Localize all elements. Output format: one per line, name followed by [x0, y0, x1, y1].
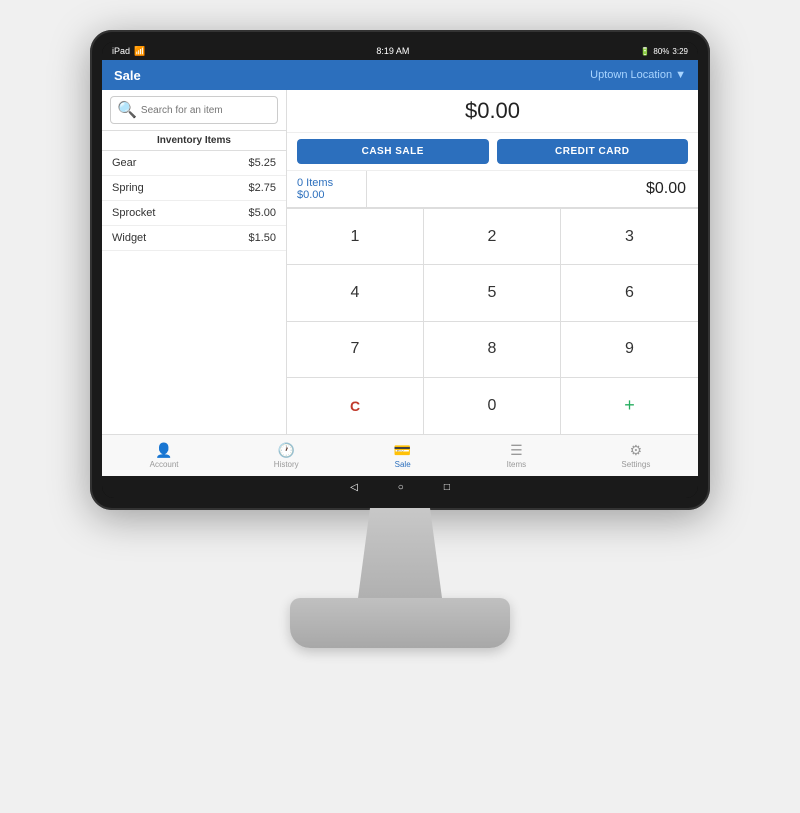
- settings-label: Settings: [621, 460, 650, 469]
- numpad-key-1[interactable]: 1: [287, 209, 424, 265]
- search-input[interactable]: [141, 105, 271, 116]
- back-button[interactable]: ◁: [350, 482, 358, 493]
- search-icon: 🔍: [117, 100, 137, 120]
- cart-items-count: 0 Items: [297, 177, 356, 189]
- numpad-key-4[interactable]: 4: [287, 265, 424, 321]
- bottom-nav: 👤Account 🕐History 💳Sale ☰Items ⚙Settings: [102, 434, 698, 476]
- account-icon: 👤: [155, 442, 172, 459]
- cash-sale-button[interactable]: CASH SALE: [297, 139, 489, 164]
- recents-button[interactable]: □: [444, 482, 450, 493]
- status-right: 🔋 80% 3:29: [640, 47, 688, 56]
- device-label: iPad: [112, 46, 130, 56]
- battery-icon: 🔋: [640, 47, 650, 56]
- sale-icon: 💳: [394, 442, 411, 459]
- location-selector[interactable]: Uptown Location ▼: [590, 69, 686, 81]
- numpad: 123 456 789 C0+: [287, 208, 698, 434]
- history-label: History: [274, 460, 299, 469]
- list-item[interactable]: Widget $1.50: [102, 226, 286, 251]
- credit-card-button[interactable]: CREDIT CARD: [497, 139, 689, 164]
- items-icon: ☰: [510, 442, 523, 459]
- nav-item-account[interactable]: 👤Account: [150, 442, 179, 469]
- item-price: $1.50: [248, 232, 276, 244]
- cart-total-small: $0.00: [297, 189, 356, 201]
- settings-icon: ⚙: [630, 442, 643, 459]
- numpad-key-7[interactable]: 7: [287, 322, 424, 378]
- numpad-key-5[interactable]: 5: [424, 265, 561, 321]
- app-body: 🔍 Inventory Items Gear$5.25Spring$2.75Sp…: [102, 90, 698, 434]
- status-time: 8:19 AM: [376, 46, 409, 56]
- status-left: iPad 📶: [112, 46, 145, 57]
- item-name: Widget: [112, 232, 146, 244]
- cart-summary: 0 Items $0.00 $0.00: [287, 171, 698, 208]
- numpad-key-6[interactable]: 6: [561, 265, 698, 321]
- cart-numpad-area: 0 Items $0.00 $0.00 123 456 789 C0+: [287, 171, 698, 434]
- numpad-key-2[interactable]: 2: [424, 209, 561, 265]
- cart-info: 0 Items $0.00: [287, 171, 367, 207]
- wifi-icon: 📶: [134, 46, 145, 57]
- nav-item-history[interactable]: 🕐History: [274, 442, 299, 469]
- stand-neck: [340, 508, 460, 598]
- inventory-list: Gear $5.25 Spring $2.75 Sprocket $5.00 Widget $…: [102, 151, 286, 434]
- sale-label: Sale: [395, 460, 411, 469]
- total-display: $0.00: [287, 90, 698, 133]
- inventory-header: Inventory Items: [102, 131, 286, 151]
- app-title: Sale: [114, 68, 141, 83]
- stand-base: [290, 598, 510, 648]
- search-bar: 🔍: [102, 90, 286, 131]
- numpad-key-3[interactable]: 3: [561, 209, 698, 265]
- tablet-device: iPad 📶 8:19 AM 🔋 80% 3:29 Sale Uptown Lo…: [90, 30, 710, 510]
- list-item[interactable]: Spring $2.75: [102, 176, 286, 201]
- list-item[interactable]: Gear $5.25: [102, 151, 286, 176]
- item-name: Sprocket: [112, 207, 155, 219]
- item-price: $2.75: [248, 182, 276, 194]
- home-button[interactable]: ○: [398, 482, 404, 493]
- cart-amount: $0.00: [367, 171, 698, 207]
- item-price: $5.25: [248, 157, 276, 169]
- numpad-key-plus[interactable]: +: [561, 378, 698, 434]
- nav-item-items[interactable]: ☰Items: [507, 442, 527, 469]
- time-right: 3:29: [672, 47, 688, 56]
- right-panel: $0.00 CASH SALE CREDIT CARD 0 Items $0.0…: [287, 90, 698, 434]
- android-nav: ◁ ○ □: [102, 476, 698, 498]
- history-icon: 🕐: [278, 442, 295, 459]
- battery-level: 80%: [653, 47, 669, 56]
- search-wrapper: 🔍: [110, 96, 278, 124]
- list-item[interactable]: Sprocket $5.00: [102, 201, 286, 226]
- numpad-key-0[interactable]: 0: [424, 378, 561, 434]
- items-label: Items: [507, 460, 527, 469]
- dropdown-icon: ▼: [675, 69, 686, 81]
- numpad-key-clear[interactable]: C: [287, 378, 424, 434]
- action-buttons: CASH SALE CREDIT CARD: [287, 133, 698, 171]
- item-name: Gear: [112, 157, 136, 169]
- status-bar: iPad 📶 8:19 AM 🔋 80% 3:29: [102, 42, 698, 60]
- location-name: Uptown Location: [590, 69, 672, 81]
- numpad-key-8[interactable]: 8: [424, 322, 561, 378]
- nav-item-sale[interactable]: 💳Sale: [394, 442, 411, 469]
- left-panel: 🔍 Inventory Items Gear$5.25Spring$2.75Sp…: [102, 90, 287, 434]
- app-header: Sale Uptown Location ▼: [102, 60, 698, 90]
- item-price: $5.00: [248, 207, 276, 219]
- numpad-key-9[interactable]: 9: [561, 322, 698, 378]
- nav-item-settings[interactable]: ⚙Settings: [621, 442, 650, 469]
- account-label: Account: [150, 460, 179, 469]
- tablet-screen: iPad 📶 8:19 AM 🔋 80% 3:29 Sale Uptown Lo…: [102, 42, 698, 498]
- scene: iPad 📶 8:19 AM 🔋 80% 3:29 Sale Uptown Lo…: [0, 0, 800, 813]
- item-name: Spring: [112, 182, 144, 194]
